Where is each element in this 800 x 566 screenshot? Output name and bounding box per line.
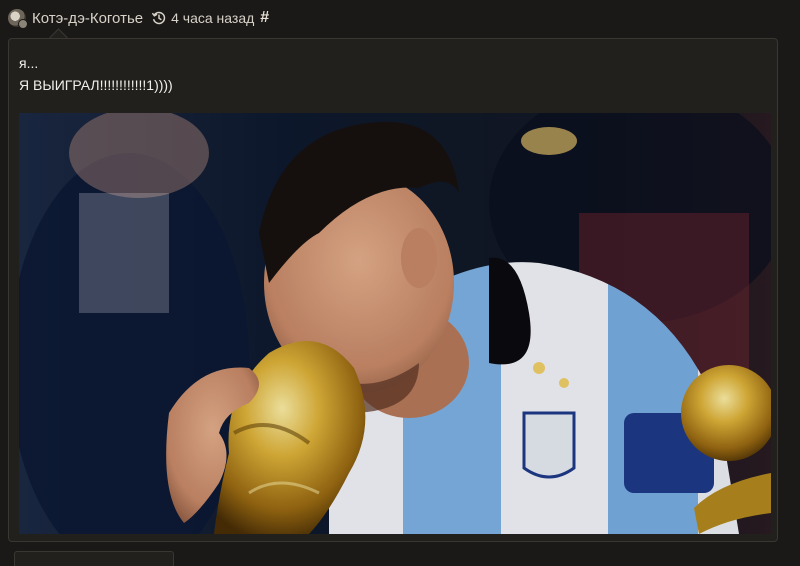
post-card: я... Я ВЫИГРАЛ!!!!!!!!!!!!1)))) [8, 38, 778, 542]
post-line-2: Я ВЫИГРАЛ!!!!!!!!!!!!1)))) [19, 77, 173, 93]
avatar-badge-icon [18, 19, 28, 29]
post-image[interactable] [19, 113, 771, 534]
avatar[interactable] [8, 9, 28, 29]
permalink[interactable]: # [260, 9, 269, 27]
post-line-1: я... [19, 55, 39, 71]
post-body: я... Я ВЫИГРАЛ!!!!!!!!!!!!1)))) [19, 52, 173, 96]
post-time: 4 часа назад [171, 10, 255, 26]
post-header: Котэ-дэ-Коготье 4 часа назад # [8, 7, 269, 29]
next-post-edge [14, 551, 174, 566]
author-link[interactable]: Котэ-дэ-Коготье [32, 10, 143, 27]
history-icon [151, 11, 166, 25]
